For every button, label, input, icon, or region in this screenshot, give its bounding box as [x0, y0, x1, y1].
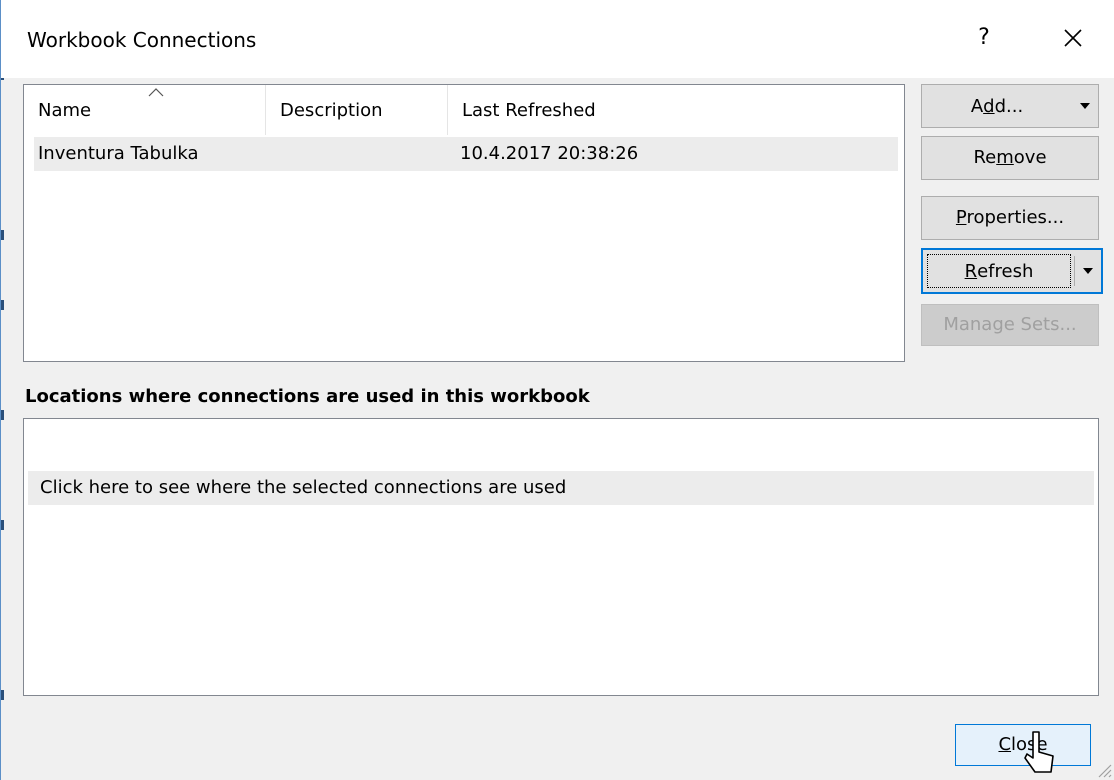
add-label-post: d...: [994, 95, 1024, 117]
add-dropdown-arrow[interactable]: [1072, 85, 1098, 127]
connections-list[interactable]: Name Description Last Refreshed Inventur…: [23, 84, 905, 362]
dropdown-arrow-icon: [1080, 103, 1090, 109]
close-label-post: lose: [1011, 734, 1048, 755]
add-label-accelerator: d: [983, 95, 995, 117]
refresh-dropdown-arrow[interactable]: [1075, 250, 1101, 292]
title-bar: Workbook Connections ?: [1, 0, 1114, 78]
dialog-title: Workbook Connections: [27, 28, 257, 52]
locations-list[interactable]: Click here to see where the selected con…: [23, 418, 1099, 696]
refresh-label-accelerator: R: [964, 260, 978, 282]
column-header-last-refreshed-label: Last Refreshed: [462, 100, 596, 121]
close-window-button[interactable]: [1053, 20, 1093, 56]
close-button[interactable]: Close: [955, 724, 1091, 766]
remove-label-post: ove: [1013, 147, 1047, 168]
remove-label-pre: Re: [973, 147, 997, 168]
refresh-button[interactable]: Refresh: [921, 248, 1103, 294]
add-label-pre: A: [970, 95, 984, 117]
properties-button[interactable]: Properties...: [921, 196, 1099, 240]
refresh-label-post: efresh: [977, 260, 1034, 282]
add-button-label: Ad d...: [922, 85, 1072, 127]
column-header-description-label: Description: [280, 100, 383, 121]
connection-name: Inventura Tabulka: [38, 143, 199, 164]
refresh-button-label: Refresh: [923, 250, 1075, 292]
column-header-name[interactable]: Name: [24, 85, 266, 135]
properties-label-post: roperties...: [966, 207, 1065, 228]
workbook-connections-dialog: Workbook Connections ? Name Description …: [0, 0, 1114, 780]
dropdown-arrow-icon: [1083, 268, 1093, 274]
resize-grip-icon[interactable]: [1094, 760, 1112, 778]
connection-last-refreshed: 10.4.2017 20:38:26: [460, 143, 639, 164]
add-button[interactable]: Ad d...: [921, 84, 1099, 128]
remove-label-accelerator: m: [996, 147, 1014, 168]
help-button[interactable]: ?: [969, 20, 999, 56]
column-header-last-refreshed[interactable]: Last Refreshed: [448, 85, 898, 135]
column-header-description[interactable]: Description: [266, 85, 448, 135]
locations-hint-row[interactable]: Click here to see where the selected con…: [28, 471, 1094, 505]
sort-ascending-icon: [148, 88, 164, 97]
remove-button[interactable]: Remove: [921, 136, 1099, 180]
properties-label-accelerator: P: [955, 207, 967, 228]
close-icon: [1064, 29, 1082, 47]
left-edge-marks: [1, 0, 5, 780]
column-header-name-label: Name: [38, 100, 92, 121]
connection-row[interactable]: Inventura Tabulka 10.4.2017 20:38:26: [34, 137, 898, 171]
locations-heading: Locations where connections are used in …: [25, 386, 590, 407]
close-label-accelerator: C: [998, 734, 1012, 755]
manage-sets-button: Manage Sets...: [921, 304, 1099, 346]
